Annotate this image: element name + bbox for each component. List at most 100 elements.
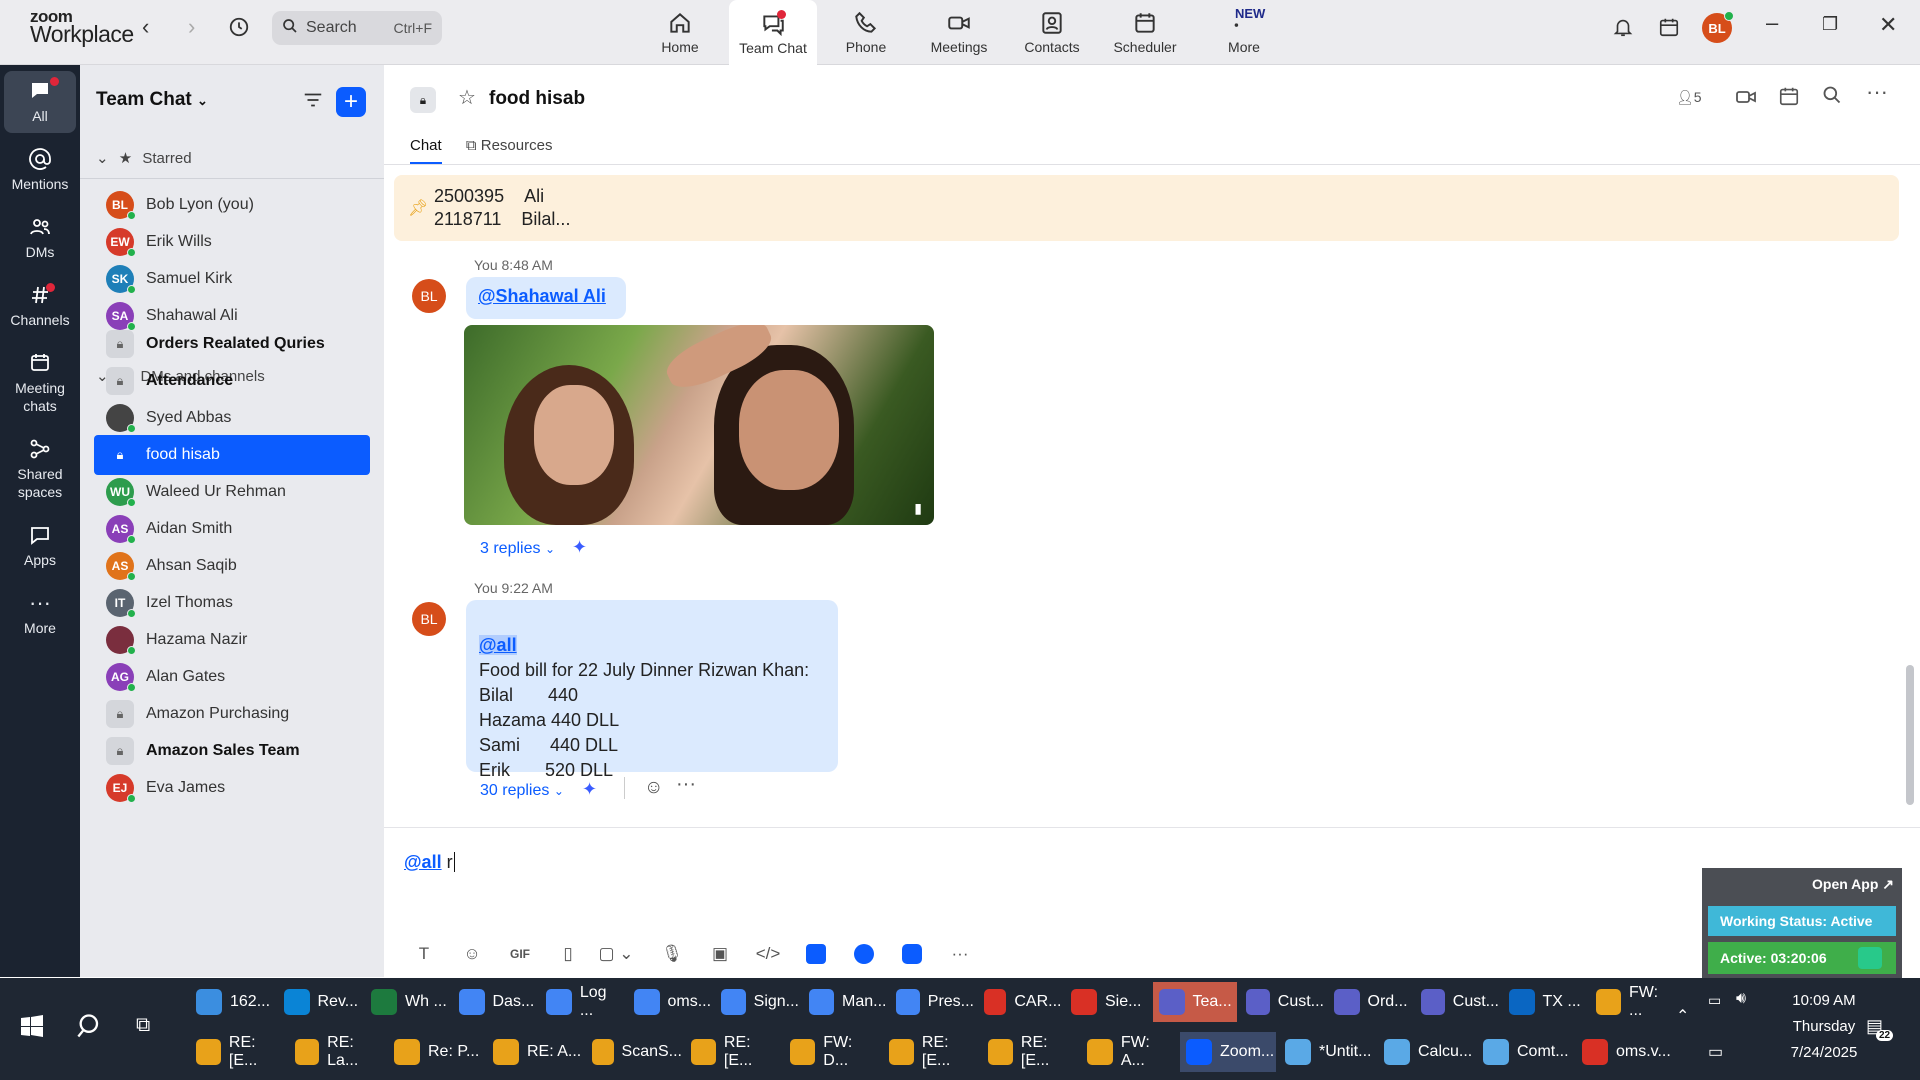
message-bubble[interactable]: @all Food bill for 22 July Dinner Rizwan… — [466, 600, 838, 780]
more-options-icon[interactable]: ··· — [676, 773, 696, 796]
channel-item[interactable]: 🔒︎ Amazon Purchasing — [94, 694, 370, 734]
taskbar-app[interactable]: FW: D... — [784, 1032, 880, 1072]
taskbar-app[interactable]: Comt... — [1477, 1032, 1573, 1072]
rail-more[interactable]: ··· More — [0, 592, 80, 637]
taskbar-app[interactable]: RE: [E... — [190, 1032, 286, 1072]
format-text-icon[interactable]: T — [400, 940, 448, 968]
task-view-icon[interactable]: ⧉ — [136, 1014, 150, 1037]
taskbar-app[interactable]: Ord... — [1328, 982, 1412, 1022]
taskbar-app[interactable]: Rev... — [278, 982, 362, 1022]
rail-meeting-chats[interactable]: Meeting chats — [0, 351, 80, 415]
active-timer[interactable]: Active: 03:20:06 — [1708, 942, 1896, 974]
gif-icon[interactable]: GIF — [496, 940, 544, 968]
open-app-button[interactable]: Open App ↗ — [1812, 876, 1894, 893]
taskbar-app[interactable]: Cust... — [1415, 982, 1499, 1022]
schedule-icon[interactable] — [1778, 85, 1800, 112]
windows-start-icon[interactable] — [20, 1014, 44, 1043]
taskbar-app[interactable]: Sie... — [1065, 982, 1149, 1022]
dm-item[interactable]: IT Izel Thomas — [94, 583, 370, 623]
app-icon[interactable] — [792, 940, 840, 968]
taskbar-app[interactable]: RE: [E... — [982, 1032, 1078, 1072]
volume-icon[interactable]: 🔊︎ — [1736, 990, 1746, 1008]
system-clock[interactable]: 10:09 AM Thursday 7/24/2025 — [1774, 988, 1874, 1066]
taskbar-app[interactable]: Re: P... — [388, 1032, 484, 1072]
starred-item[interactable]: SK Samuel Kirk — [94, 259, 370, 299]
dm-item[interactable]: EJ Eva James — [94, 768, 370, 808]
display-icon[interactable]: ▭ — [1708, 1042, 1723, 1062]
screenshot-icon[interactable]: ▢ ⌄ — [592, 940, 640, 968]
dm-item[interactable]: Hazama Nazir — [94, 620, 370, 660]
dm-item[interactable]: Syed Abbas — [94, 398, 370, 438]
tab-resources[interactable]: ⧉ Resources — [466, 137, 553, 162]
rail-mentions[interactable]: Mentions — [0, 147, 80, 193]
bell-icon[interactable] — [1612, 16, 1634, 44]
taskbar-app[interactable]: RE: [E... — [685, 1032, 781, 1072]
nav-home[interactable]: Home — [636, 0, 724, 65]
rail-shared-spaces[interactable]: Shared spaces — [0, 437, 80, 501]
dm-item[interactable]: AS Aidan Smith — [94, 509, 370, 549]
starred-item[interactable]: BL Bob Lyon (you) — [94, 185, 370, 225]
message-bubble[interactable]: @Shahawal Ali — [466, 277, 626, 319]
channel-item[interactable]: 🔒︎ food hisab — [94, 435, 370, 475]
taskbar-app[interactable]: Zoom... — [1180, 1032, 1276, 1072]
nav-team-chat[interactable]: Team Chat — [729, 0, 817, 66]
rail-all[interactable]: All — [4, 71, 76, 133]
video-call-icon[interactable] — [1734, 85, 1758, 114]
channel-item[interactable]: 🔒︎ Amazon Sales Team — [94, 731, 370, 771]
taskbar-app[interactable]: Calcu... — [1378, 1032, 1474, 1072]
microphone-icon[interactable]: 🎙︎ — [648, 940, 696, 968]
mention-link[interactable]: @Shahawal Ali — [478, 286, 606, 306]
working-status[interactable]: Working Status: Active — [1708, 906, 1896, 936]
minimize-icon[interactable]: – — [1766, 10, 1778, 36]
chevron-up-icon[interactable]: ⌃ — [1676, 1006, 1689, 1026]
app-icon[interactable] — [888, 940, 936, 968]
image-attachment[interactable]: ▮ — [464, 325, 934, 525]
taskbar-app[interactable]: Cust... — [1240, 982, 1324, 1022]
mention-link[interactable]: @all — [479, 635, 517, 655]
taskbar-app[interactable]: RE: La... — [289, 1032, 385, 1072]
starred-section-header[interactable]: ⌄ ★ Starred — [96, 149, 192, 167]
taskbar-app[interactable]: RE: [E... — [883, 1032, 979, 1072]
back-icon[interactable]: ‹ — [142, 14, 149, 40]
search-icon[interactable] — [76, 1012, 104, 1045]
composer-input[interactable]: @all r — [404, 852, 455, 873]
replies-link[interactable]: 3 replies ⌄ — [480, 540, 555, 558]
emoji-icon[interactable]: ☺ — [448, 940, 496, 968]
taskbar-app[interactable]: Man... — [803, 982, 887, 1022]
nav-meetings[interactable]: Meetings — [915, 0, 1003, 65]
new-chat-button[interactable]: + — [336, 87, 366, 117]
taskbar-app[interactable]: Log ... — [540, 982, 624, 1022]
taskbar-app[interactable]: Das... — [453, 982, 537, 1022]
code-icon[interactable]: </> — [744, 940, 792, 968]
dm-item[interactable]: AG Alan Gates — [94, 657, 370, 697]
members-button[interactable]: 👤︎5 — [1676, 89, 1702, 106]
more-options-icon[interactable]: ··· — [1866, 79, 1888, 105]
avatar[interactable]: BL — [412, 279, 446, 313]
taskbar-app[interactable]: RE: A... — [487, 1032, 583, 1072]
taskbar-app[interactable]: Wh ... — [365, 982, 449, 1022]
taskbar-app[interactable]: Tea... — [1152, 982, 1237, 1022]
ai-sparkle-icon[interactable]: ✦ — [572, 537, 587, 558]
sidebar-title[interactable]: Team Chat ⌄ — [96, 89, 208, 111]
file-icon[interactable]: ▯ — [544, 940, 592, 968]
calendar-icon[interactable] — [1658, 16, 1680, 44]
nav-contacts[interactable]: Contacts — [1008, 0, 1096, 65]
taskbar-app[interactable]: *Untit... — [1279, 1032, 1375, 1072]
message-composer[interactable]: @all r T ☺ GIF ▯ ▢ ⌄ 🎙︎ ▣ </> ··· — [384, 827, 1920, 977]
taskbar-app[interactable]: TX ... — [1503, 982, 1587, 1022]
user-avatar[interactable]: BL — [1702, 11, 1734, 43]
nav-scheduler[interactable]: Scheduler — [1101, 0, 1189, 65]
star-outline-icon[interactable]: ☆ — [458, 85, 476, 110]
channel-item[interactable]: 🔒︎ Orders Realated Quries — [94, 324, 370, 364]
close-icon[interactable]: ✕ — [1879, 12, 1897, 38]
ai-sparkle-icon[interactable]: ✦ — [582, 779, 597, 800]
rail-dms[interactable]: DMs — [0, 215, 80, 261]
taskbar-app[interactable]: FW: A... — [1081, 1032, 1177, 1072]
forward-icon[interactable]: › — [188, 14, 195, 40]
taskbar-app[interactable]: Sign... — [715, 982, 799, 1022]
scrollbar-thumb[interactable] — [1906, 665, 1914, 805]
pinned-message[interactable]: 📌︎ 2500395 Ali 2118711 Bilal... — [394, 175, 1899, 241]
battery-icon[interactable]: ▭ — [1708, 992, 1721, 1009]
app-icon[interactable] — [840, 940, 888, 968]
search-box[interactable]: Search Ctrl+F — [272, 11, 442, 45]
